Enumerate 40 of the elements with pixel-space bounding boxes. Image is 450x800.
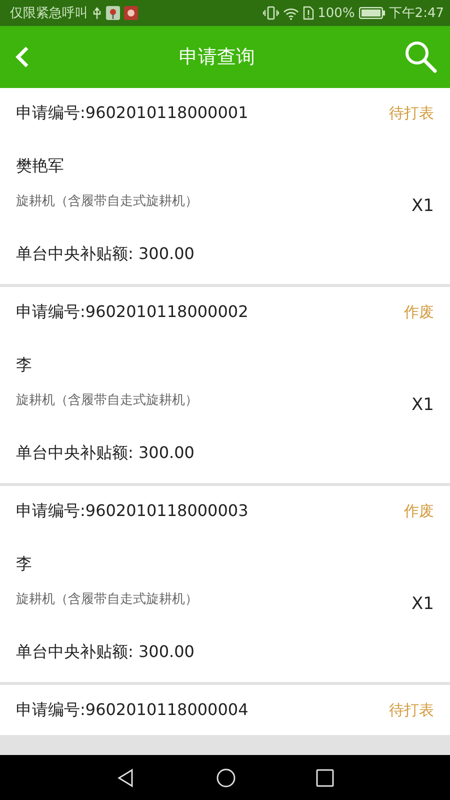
subsidy-amount: 单台中央补贴额: 300.00 [16,244,194,264]
back-nav-icon[interactable] [116,768,136,788]
recents-nav-icon[interactable] [316,768,334,786]
clock: 下午2:47 [388,5,444,22]
app-icon [124,6,138,20]
application-number: 申请编号:9602010118000003 [16,500,248,522]
subsidy-amount: 单台中央补贴额: 300.00 [16,642,194,662]
search-icon [404,40,438,74]
application-number: 申请编号:9602010118000001 [16,102,248,124]
back-icon [14,45,30,69]
battery-icon [358,7,385,19]
quantity: X1 [412,594,434,614]
applicant-name: 李 [16,554,32,574]
application-card[interactable]: 申请编号:9602010118000003 作废 李 旋耕机（含履带自走式旋耕机） X1 单台中央补贴额: 300.00 [0,486,450,682]
application-number: 申请编号:9602010118000004 [16,700,248,720]
product-name: 旋耕机（含履带自走式旋耕机） [16,591,198,608]
product-name: 旋耕机（含履带自走式旋耕机） [16,392,198,409]
usb-icon [92,6,102,20]
applicant-name: 李 [16,354,32,376]
page-title: 申请查询 [179,45,255,70]
quantity: X1 [412,395,434,415]
status-label: 作废 [404,502,434,520]
applicant-name: 樊艳军 [16,156,64,176]
status-label: 待打表 [389,104,434,122]
product-name: 旋耕机（含履带自走式旋耕机） [16,193,198,210]
app-icon [106,6,120,20]
home-nav-icon[interactable] [216,768,236,788]
sim-alert-icon [302,6,314,20]
application-card[interactable]: 申请编号:9602010118000001 待打表 樊艳军 旋耕机（含履带自走式旋耕机） X1 单台中央补贴额: 300.00 [0,88,450,284]
wifi-icon [282,6,299,20]
quantity: X1 [412,196,434,216]
status-label: 作废 [404,302,434,322]
battery-percent: 100% [318,6,355,20]
subsidy-amount: 单台中央补贴额: 300.00 [16,442,194,464]
carrier-text: 仅限紧急呼叫 [10,5,88,22]
status-label: 待打表 [389,700,434,720]
vibrate-icon [262,6,279,20]
application-number: 申请编号:9602010118000002 [16,302,248,322]
application-card[interactable]: 申请编号:9602010118000002 作废 李 旋耕机（含履带自走式旋耕机） X1 单台中央补贴额: 300.00 [0,287,450,483]
application-card[interactable]: 申请编号:9602010118000004 待打表 [0,685,450,735]
